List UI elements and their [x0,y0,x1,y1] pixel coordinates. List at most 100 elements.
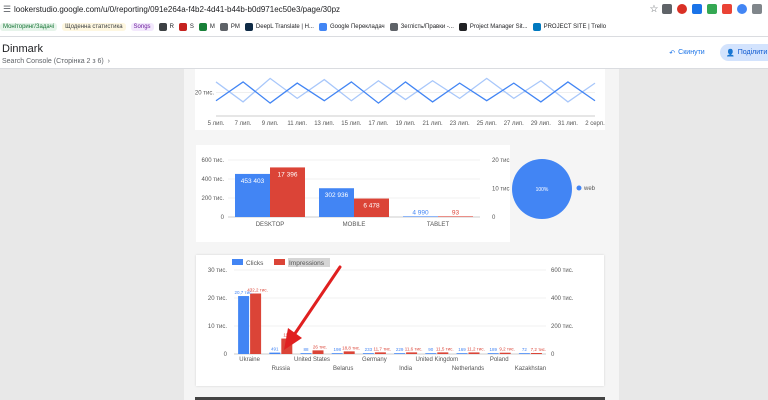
reset-button[interactable]: ↶ Скинути [660,44,714,61]
bookmark-item[interactable]: Зеглість/Правки -... [389,23,454,31]
line-chart[interactable]: 20 тис. 5 лип. 7 лип. 9 лип. 11 лип. 13 лип. 1… [195,69,605,130]
data-label: 169 [458,347,466,352]
favicon-icon [532,23,541,31]
data-label: 17 396 [278,171,298,178]
reset-label: Скинути [678,49,705,56]
add-person-icon: 👤 [726,49,735,57]
data-label: 229 [396,347,404,352]
red-arrow-annotation [284,265,342,350]
bookmark-item[interactable]: PROJECT SITE | Trello [532,23,607,31]
favicon-icon [318,23,327,31]
undo-icon: ↶ [669,49,676,57]
legend-label: web [583,186,596,192]
line-chart-card[interactable]: 20 тис. 5 лип. 7 лип. 9 лип. 11 лип. 13 лип. 1… [195,69,605,130]
chevron-right-icon[interactable]: › [106,58,110,65]
x-tick-label: 27 лип. [504,121,524,127]
bookmark-item[interactable]: Songs [130,23,154,31]
favicon-icon [178,23,187,31]
legend-label: Clicks [246,260,264,267]
bookmark-label: Project Manager Sit... [469,24,528,30]
bar [238,296,250,354]
bar [250,293,262,354]
pie-chart[interactable]: 100% web [512,152,607,222]
bookmark-label: Щоденна статистика [62,23,126,31]
share-button[interactable]: 👤 Поділити [720,44,768,61]
data-label: 9,2 тис. [499,347,515,352]
extension-icon[interactable] [737,4,747,14]
x-tick-label: Belarus [333,366,353,372]
country-chart-card[interactable]: Clicks Impressions 30 тис. 20 тис. 10 тис. 0 6… [196,255,604,386]
x-tick-label: 25 лип. [477,121,497,127]
y-tick-label: 30 тис. [208,268,227,274]
y-tick-label: 0 [224,352,228,358]
bookmark-star-icon[interactable]: ☆ [646,4,662,15]
bookmark-item[interactable]: Щоденна статистика [62,23,126,31]
bar [362,353,374,354]
data-label: 233 [365,347,373,352]
page-selector[interactable]: Search Console (Сторінка 2 з 6) › [2,58,110,65]
x-tick-label: TABLET [427,222,450,228]
extension-icon[interactable] [692,4,702,14]
bookmark-item[interactable]: Моніторинг/Задачі [0,23,58,31]
favicon-icon [244,23,253,31]
x-tick-label: Germany [362,357,387,363]
bookmark-item[interactable]: PM [219,23,240,31]
bookmark-item[interactable]: DeepL Translate | H... [244,23,314,31]
address-bar[interactable]: ☰ lookerstudio.google.com/u/0/reporting/… [0,0,768,18]
y2-tick-label: 0 [551,352,555,358]
report-title: Dinmark [2,43,43,55]
extension-icon[interactable] [677,4,687,14]
x-tick-label: United Kingdom [415,357,458,363]
bookmark-label: Моніторинг/Задачі [0,23,58,31]
site-settings-icon[interactable]: ☰ [0,4,14,15]
bookmark-item[interactable]: R [158,23,174,31]
x-tick-label: DESKTOP [256,222,285,228]
pie-chart-card[interactable]: 100% web [512,152,607,222]
x-tick-label: 5 лип. [208,121,225,127]
y-tick-label: 400 тис. [202,177,225,183]
bookmark-label: Google Перекладач [329,24,385,30]
x-tick-label: Kazakhstan [515,366,546,372]
y2-tick-label: 0 [492,215,496,221]
x-tick-label: 17 лип. [368,121,388,127]
bookmark-item[interactable]: S [178,23,194,31]
bookmark-label: PM [230,24,240,30]
bookmark-item[interactable]: Project Manager Sit... [458,23,528,31]
arrow-head [284,328,302,350]
data-label: 93 [452,209,460,216]
y2-tick-label: 20 тис. [492,158,510,164]
bookmark-item[interactable]: M [198,23,215,31]
data-label: 189 [489,347,497,352]
bookmark-label: PROJECT SITE | Trello [543,24,607,30]
country-bar-chart[interactable]: Clicks Impressions30 тис.20 тис.10 тис.06… [196,255,604,386]
bookmark-label: S [189,24,194,30]
x-tick-label: 29 лип. [531,121,551,127]
x-tick-label: 31 лип. [558,121,578,127]
device-bar-chart[interactable]: 600 тис. 400 тис. 200 тис. 0 20 тис. 10 тис. 0… [196,145,512,242]
bookmarks-bar: Моніторинг/Задачі Щоденна статистика Songs… [0,18,768,37]
bar [468,352,480,354]
favicon-icon [458,23,467,31]
extension-icon[interactable] [722,4,732,14]
bar [499,352,511,354]
data-label: 432,2 тис. [247,287,268,292]
device-chart-card[interactable]: 600 тис. 400 тис. 200 тис. 0 20 тис. 10 тис. 0… [196,145,512,242]
x-tick-label: 11 лип. [287,121,307,127]
data-label: 72 [522,347,528,352]
extension-icon[interactable] [707,4,717,14]
bar [438,216,473,217]
y2-tick-label: 600 тис. [551,268,574,274]
bar [456,353,468,354]
bookmark-label: DeepL Translate | H... [255,24,314,30]
extensions-area [662,4,768,14]
x-tick-label: Netherlands [452,366,484,372]
url-text[interactable]: lookerstudio.google.com/u/0/reporting/09… [14,5,646,14]
extension-icon[interactable] [662,4,672,14]
x-tick-label: 19 лип. [395,121,415,127]
bookmark-item[interactable]: Google Перекладач [318,23,385,31]
bookmark-label: Songs [130,23,154,31]
y-tick-label: 600 тис. [202,158,225,164]
extension-icon[interactable] [752,4,762,14]
bookmark-label: R [169,24,174,30]
y-tick-label: 200 тис. [202,196,225,202]
